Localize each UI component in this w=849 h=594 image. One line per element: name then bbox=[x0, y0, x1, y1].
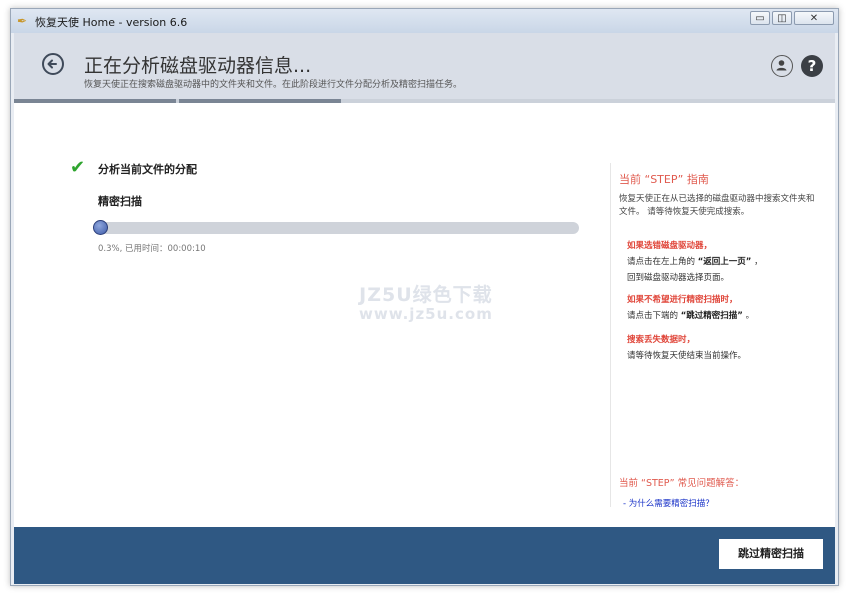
watermark: JZ5U绿色下载 www.jz5u.com bbox=[359, 285, 493, 322]
tip-line: 回到磁盘驱动器选择页面。 bbox=[627, 273, 730, 283]
tip-text: 请点击在左上角的 bbox=[627, 257, 696, 267]
app-window: ✒ 恢复天使 Home - version 6.6 ▭ ◫ ✕ 正在分析磁盘驱动… bbox=[10, 8, 839, 586]
window-controls: ▭ ◫ ✕ bbox=[750, 11, 834, 25]
watermark-line1: JZ5U绿色下载 bbox=[359, 284, 493, 306]
back-button[interactable] bbox=[42, 53, 64, 75]
restore-button[interactable]: ◫ bbox=[772, 11, 792, 25]
app-logo-icon: ✒ bbox=[17, 14, 28, 28]
tip-text: 。 bbox=[745, 311, 755, 321]
current-task-label: 分析当前文件的分配 bbox=[98, 163, 197, 176]
skip-deep-scan-button[interactable]: 跳过精密扫描 bbox=[719, 539, 823, 569]
page-header: 正在分析磁盘驱动器信息... 恢复天使正在搜索磁盘驱动器中的文件夹和文件。在此阶… bbox=[14, 33, 835, 101]
footer-bar: 跳过精密扫描 bbox=[14, 527, 835, 584]
tip-line: 请点击下端的 “跳过精密扫描” 。 bbox=[627, 309, 754, 321]
window-title: 恢复天使 Home - version 6.6 bbox=[35, 16, 188, 29]
tip-text: ， bbox=[754, 257, 763, 267]
checkmark-icon: ✔ bbox=[70, 157, 86, 178]
scan-type-label: 精密扫描 bbox=[98, 195, 142, 208]
help-button[interactable]: ? bbox=[801, 55, 823, 77]
tip-emphasis: “返回上一页” bbox=[697, 257, 752, 267]
watermark-line2: www.jz5u.com bbox=[359, 304, 493, 323]
tip-heading: 搜索丢失数据时， bbox=[627, 335, 696, 345]
main-content: ✔ 分析当前文件的分配 精密扫描 0.3%, 已用时间：00:00:10 JZ5… bbox=[14, 103, 835, 527]
user-icon bbox=[776, 60, 787, 71]
scan-progress-text: 0.3%, 已用时间：00:00:10 bbox=[98, 244, 206, 254]
scan-progress-track bbox=[98, 222, 579, 234]
guide-title: 当前 “STEP” 指南 bbox=[619, 173, 709, 186]
arrow-left-icon bbox=[47, 59, 57, 69]
tip-heading: 如果选错磁盘驱动器， bbox=[627, 241, 713, 251]
guide-description: 恢复天使正在从已选择的磁盘驱动器中搜索文件夹和文件。 请等待恢复天使完成搜索。 bbox=[619, 194, 815, 218]
tip-text: 请点击下端的 bbox=[627, 311, 679, 321]
tip-line: 请点击在左上角的 “返回上一页” ， bbox=[627, 255, 763, 267]
tip-line: 请等待恢复天使结束当前操作。 bbox=[627, 351, 747, 361]
tip-heading: 如果不希望进行精密扫描时， bbox=[627, 295, 738, 305]
minimize-button[interactable]: ▭ bbox=[750, 11, 770, 25]
step-guide-panel: 当前 “STEP” 指南 恢复天使正在从已选择的磁盘驱动器中搜索文件夹和文件。 … bbox=[610, 163, 823, 509]
tip-emphasis: “跳过精密扫描” bbox=[680, 311, 743, 321]
page-subtitle: 恢复天使正在搜索磁盘驱动器中的文件夹和文件。在此阶段进行文件分配分析及精密扫描任… bbox=[84, 80, 463, 90]
scan-progress-indicator bbox=[93, 220, 108, 235]
title-bar: ✒ 恢复天使 Home - version 6.6 ▭ ◫ ✕ bbox=[11, 9, 838, 33]
faq-link[interactable]: - 为什么需要精密扫描？ bbox=[623, 497, 714, 509]
page-title: 正在分析磁盘驱动器信息... bbox=[84, 55, 312, 77]
faq-title: 当前 “STEP” 常见问题解答： bbox=[619, 478, 745, 489]
account-button[interactable] bbox=[771, 55, 793, 77]
close-button[interactable]: ✕ bbox=[794, 11, 834, 25]
